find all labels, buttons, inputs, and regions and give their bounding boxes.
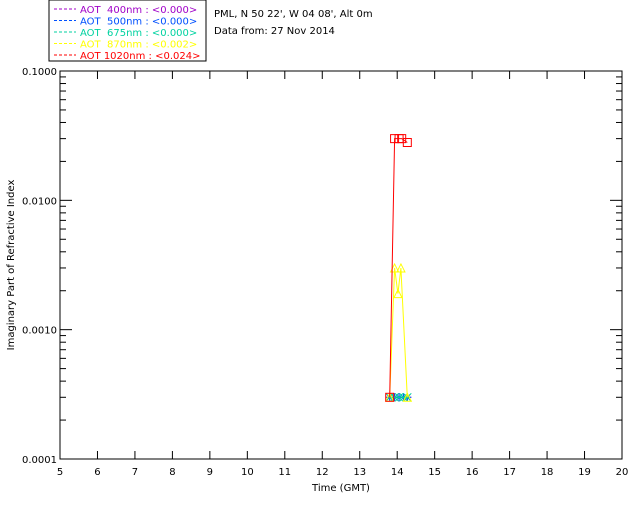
series-line: [389, 267, 408, 398]
x-tick-label: 20: [616, 467, 629, 478]
y-axis-title: Imaginary Part of Refractive Index: [6, 180, 17, 351]
legend-entry: AOT 870nm : <0.002>: [80, 40, 197, 51]
x-tick-label: 7: [132, 467, 138, 478]
aerosol-chart: AOT 400nm : <0.000>AOT 500nm : <0.000>AO…: [6, 0, 628, 494]
axes: 5 6 7 8 9 10 11 12 13 14 15 16 17 18 19 20 0.0001 0.0010 0…: [22, 67, 628, 478]
plot-frame: [59, 70, 623, 460]
x-tick-label: 9: [207, 467, 213, 478]
x-tick-label: 5: [57, 467, 63, 478]
y-tick-label: 0.1000: [22, 67, 57, 78]
x-tick-label: 6: [94, 467, 100, 478]
legend: AOT 400nm : <0.000>AOT 500nm : <0.000>AO…: [48, 0, 207, 62]
x-tick-label: 17: [503, 467, 516, 478]
x-tick-label: 14: [391, 467, 404, 478]
x-tick-label: 10: [241, 467, 254, 478]
series-layer: [384, 134, 413, 402]
date-info: Data from: 27 Nov 2014: [214, 26, 335, 37]
x-tick-label: 12: [316, 467, 329, 478]
x-tick-label: 19: [578, 467, 591, 478]
y-tick-label: 0.0010: [22, 326, 57, 337]
y-tick-label: 0.0100: [22, 196, 57, 207]
x-tick-label: 18: [541, 467, 554, 478]
legend-entry: AOT 675nm : <0.000>: [80, 28, 197, 39]
legend-entry: AOT 400nm : <0.000>: [80, 5, 197, 16]
legend-entry: AOT 500nm : <0.000>: [80, 17, 197, 28]
x-tick-label: 13: [353, 467, 366, 478]
legend-entry: AOT 1020nm : <0.024>: [80, 51, 200, 62]
y-tick-label: 0.0001: [22, 455, 57, 466]
x-tick-label: 8: [169, 467, 175, 478]
x-tick-label: 15: [428, 467, 441, 478]
site-info: PML, N 50 22', W 04 08', Alt 0m: [214, 9, 373, 20]
x-tick-label: 11: [278, 467, 291, 478]
x-axis-title: Time (GMT): [311, 483, 370, 494]
x-tick-label: 16: [466, 467, 479, 478]
